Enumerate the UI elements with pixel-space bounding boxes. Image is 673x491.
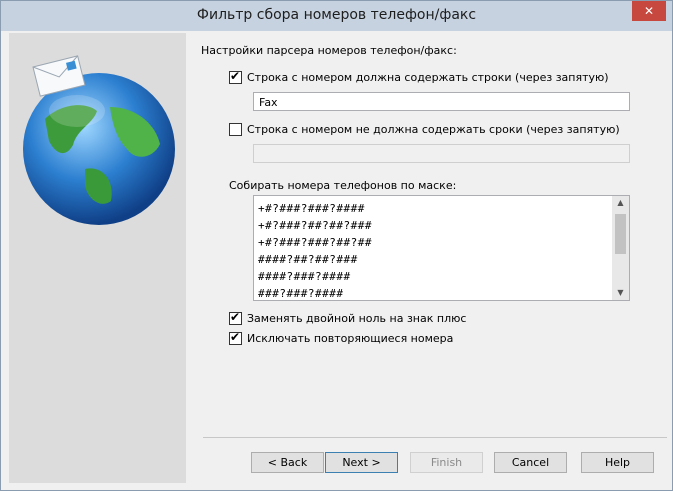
replace-double-zero-label: Заменять двойной ноль на знак плюс: [247, 312, 467, 325]
globe-envelope-icon: [23, 55, 175, 225]
exclude-strings-input[interactable]: [253, 144, 630, 163]
parser-settings-label: Настройки парсера номеров телефон/факс:: [201, 44, 457, 57]
scroll-thumb[interactable]: [615, 214, 626, 254]
finish-button[interactable]: Finish: [410, 452, 483, 473]
wizard-window: Фильтр сбора номеров телефон/факс ✕ Наст…: [0, 0, 673, 491]
mask-line: ####?###?####: [258, 270, 351, 283]
button-separator: [203, 437, 667, 438]
scroll-down-icon[interactable]: ▼: [612, 286, 629, 300]
scroll-up-icon[interactable]: ▲: [612, 196, 629, 210]
help-button[interactable]: Help: [581, 452, 654, 473]
title-bar: Фильтр сбора номеров телефон/факс ✕: [1, 1, 672, 31]
back-button[interactable]: < Back: [251, 452, 324, 473]
include-strings-label: Строка с номером должна содержать строки…: [247, 71, 609, 84]
mask-line: +#?###?##?##?###: [258, 219, 372, 232]
mask-line: +#?###?###?##?##: [258, 236, 372, 249]
include-strings-checkbox[interactable]: [229, 69, 242, 84]
window-title: Фильтр сбора номеров телефон/факс: [196, 7, 477, 23]
mask-line: ###?###?####: [258, 287, 344, 300]
mask-label: Собирать номера телефонов по маске:: [229, 179, 457, 192]
include-strings-input[interactable]: Fax: [253, 92, 630, 111]
replace-double-zero-checkbox[interactable]: [229, 310, 242, 325]
next-button[interactable]: Next >: [325, 452, 398, 473]
mask-lines: +#?###?###?#### +#?###?##?##?### +#?###?…: [258, 200, 372, 300]
exclude-duplicates-label: Исключать повторяющиеся номера: [247, 332, 454, 345]
close-button[interactable]: ✕: [632, 1, 666, 21]
mask-scrollbar[interactable]: ▲ ▼: [612, 196, 629, 300]
exclude-strings-label: Строка с номером не должна содержать сро…: [247, 123, 620, 136]
mask-line: ####?##?##?###: [258, 253, 358, 266]
exclude-strings-checkbox[interactable]: [229, 123, 242, 136]
cancel-button[interactable]: Cancel: [494, 452, 567, 473]
mask-textarea[interactable]: +#?###?###?#### +#?###?##?##?### +#?###?…: [253, 195, 630, 301]
wizard-sidebar: [9, 33, 186, 483]
exclude-duplicates-checkbox[interactable]: [229, 330, 242, 345]
mask-line: +#?###?###?####: [258, 202, 365, 215]
wizard-content: Настройки парсера номеров телефон/факс: …: [186, 33, 664, 483]
